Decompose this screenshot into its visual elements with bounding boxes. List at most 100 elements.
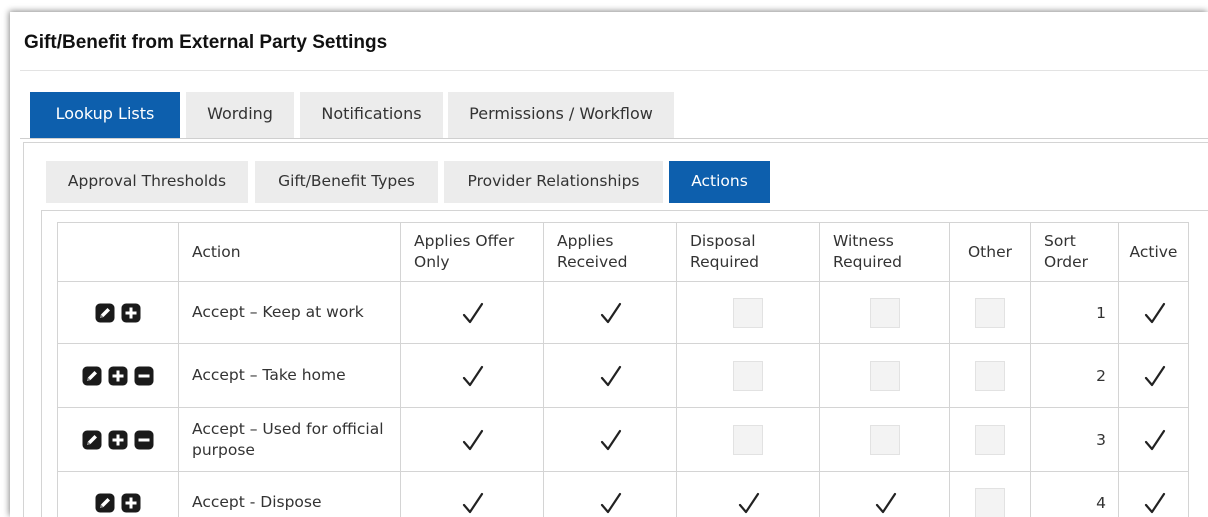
applies-offer-only-checkbox[interactable] xyxy=(457,488,487,517)
row-controls xyxy=(57,343,179,408)
applies-offer-only-checkbox[interactable] xyxy=(457,425,487,455)
applies-offer-only-checkbox[interactable] xyxy=(457,298,487,328)
other-checkbox[interactable] xyxy=(975,297,1005,328)
sort-order-value: 4 xyxy=(1030,471,1119,517)
applies-offer-only-cell xyxy=(400,471,544,517)
active-checkbox[interactable] xyxy=(1139,361,1169,391)
applies-received-checkbox[interactable] xyxy=(595,361,625,391)
applies-received-checkbox[interactable] xyxy=(595,298,625,328)
header-witness-required: Witness Required xyxy=(819,222,950,282)
header-active: Active xyxy=(1118,222,1189,282)
sub-tab-bar: Approval Thresholds Gift/Benefit Types P… xyxy=(24,161,1208,205)
active-checkbox[interactable] xyxy=(1139,425,1169,455)
header-action: Action xyxy=(178,222,401,282)
subtab-approval-thresholds[interactable]: Approval Thresholds xyxy=(46,161,248,203)
add-icon[interactable] xyxy=(121,303,141,323)
action-name: Accept - Dispose xyxy=(178,471,401,517)
add-icon[interactable] xyxy=(121,493,141,513)
remove-icon[interactable] xyxy=(134,430,154,450)
disposal-required-checkbox[interactable] xyxy=(733,297,763,328)
action-name: Accept – Keep at work xyxy=(178,281,401,344)
disposal-required-checkbox[interactable] xyxy=(733,488,763,517)
title-divider xyxy=(20,70,1208,71)
other-cell xyxy=(949,343,1031,408)
table-row: Accept - Dispose 4 xyxy=(57,471,1189,517)
active-cell xyxy=(1118,343,1189,408)
witness-required-checkbox[interactable] xyxy=(869,297,900,328)
header-applies-offer-only: Applies Offer Only xyxy=(400,222,544,282)
other-checkbox[interactable] xyxy=(975,360,1005,391)
edit-icon[interactable] xyxy=(82,366,102,386)
actions-panel: Action Applies Offer Only Applies Receiv… xyxy=(41,210,1208,517)
witness-required-checkbox[interactable] xyxy=(869,424,900,455)
disposal-required-cell xyxy=(676,471,820,517)
tab-wording[interactable]: Wording xyxy=(186,92,294,138)
tab-notifications[interactable]: Notifications xyxy=(300,92,443,138)
applies-offer-only-cell xyxy=(400,281,544,344)
edit-icon[interactable] xyxy=(95,493,115,513)
active-checkbox[interactable] xyxy=(1139,488,1169,517)
sort-order-value: 1 xyxy=(1030,281,1119,344)
remove-icon[interactable] xyxy=(134,366,154,386)
add-icon[interactable] xyxy=(108,430,128,450)
other-cell xyxy=(949,407,1031,472)
other-checkbox[interactable] xyxy=(975,424,1005,455)
applies-offer-only-cell xyxy=(400,343,544,408)
settings-page: Gift/Benefit from External Party Setting… xyxy=(10,12,1208,517)
applies-received-cell xyxy=(543,471,677,517)
applies-received-cell xyxy=(543,407,677,472)
applies-received-checkbox[interactable] xyxy=(595,425,625,455)
active-cell xyxy=(1118,281,1189,344)
tab-permissions-workflow[interactable]: Permissions / Workflow xyxy=(448,92,674,138)
subtab-actions[interactable]: Actions xyxy=(669,161,770,203)
table-row: Accept – Used for official purpose 3 xyxy=(57,407,1189,472)
actions-table: Action Applies Offer Only Applies Receiv… xyxy=(57,222,1189,517)
edit-icon[interactable] xyxy=(95,303,115,323)
witness-required-checkbox[interactable] xyxy=(870,488,900,517)
main-tab-bar: Lookup Lists Wording Notifications Permi… xyxy=(20,92,1208,142)
applies-received-cell xyxy=(543,281,677,344)
page-title: Gift/Benefit from External Party Setting… xyxy=(24,32,388,53)
subtab-provider-relationships[interactable]: Provider Relationships xyxy=(444,161,663,203)
header-controls xyxy=(57,222,179,282)
disposal-required-cell xyxy=(676,343,820,408)
tab-bar-divider xyxy=(20,138,1208,139)
lookup-lists-panel: Approval Thresholds Gift/Benefit Types P… xyxy=(23,142,1208,517)
row-controls xyxy=(57,281,179,344)
disposal-required-checkbox[interactable] xyxy=(733,360,763,391)
sort-order-value: 2 xyxy=(1030,343,1119,408)
witness-required-checkbox[interactable] xyxy=(869,360,900,391)
disposal-required-cell xyxy=(676,407,820,472)
active-checkbox[interactable] xyxy=(1139,298,1169,328)
table-row: Accept – Take home 2 xyxy=(57,343,1189,408)
applies-received-checkbox[interactable] xyxy=(595,488,625,517)
applies-offer-only-cell xyxy=(400,407,544,472)
header-disposal-required: Disposal Required xyxy=(676,222,820,282)
witness-required-cell xyxy=(819,281,950,344)
tab-lookup-lists[interactable]: Lookup Lists xyxy=(30,92,180,138)
disposal-required-cell xyxy=(676,281,820,344)
witness-required-cell xyxy=(819,407,950,472)
active-cell xyxy=(1118,407,1189,472)
row-controls xyxy=(57,471,179,517)
witness-required-cell xyxy=(819,471,950,517)
action-name: Accept – Take home xyxy=(178,343,401,408)
other-checkbox[interactable] xyxy=(975,487,1005,517)
header-applies-received: Applies Received xyxy=(543,222,677,282)
disposal-required-checkbox[interactable] xyxy=(733,424,763,455)
table-body: Accept – Keep at work 1 Accept – Take home… xyxy=(57,281,1189,517)
subtab-gift-benefit-types[interactable]: Gift/Benefit Types xyxy=(255,161,438,203)
action-name: Accept – Used for official purpose xyxy=(178,407,401,472)
other-cell xyxy=(949,281,1031,344)
table-header-row: Action Applies Offer Only Applies Receiv… xyxy=(57,222,1189,282)
witness-required-cell xyxy=(819,343,950,408)
table-row: Accept – Keep at work 1 xyxy=(57,281,1189,344)
sort-order-value: 3 xyxy=(1030,407,1119,472)
applies-received-cell xyxy=(543,343,677,408)
active-cell xyxy=(1118,471,1189,517)
applies-offer-only-checkbox[interactable] xyxy=(457,361,487,391)
row-controls xyxy=(57,407,179,472)
add-icon[interactable] xyxy=(108,366,128,386)
other-cell xyxy=(949,471,1031,517)
edit-icon[interactable] xyxy=(82,430,102,450)
